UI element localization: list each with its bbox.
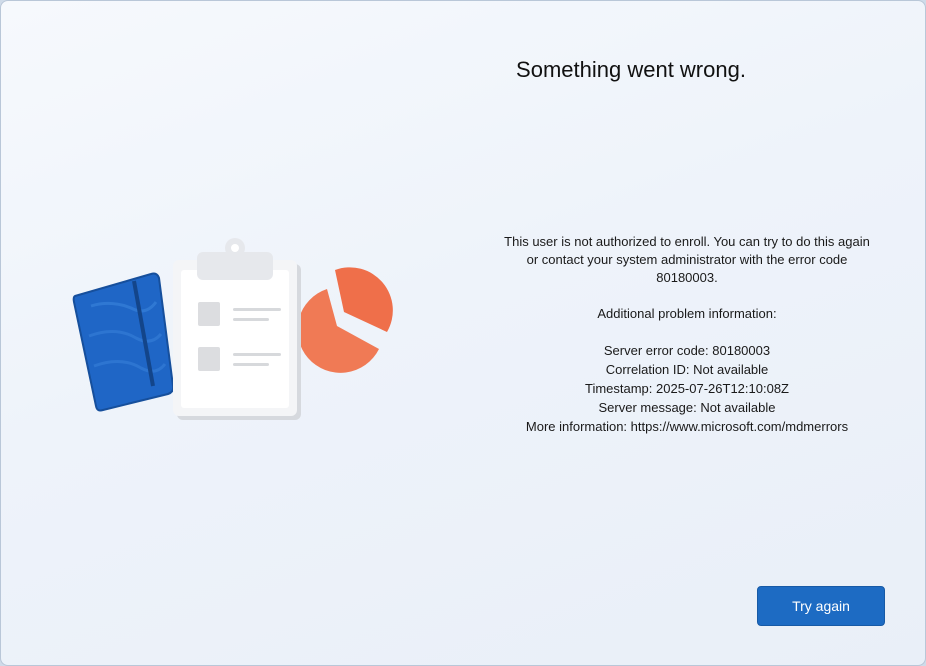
error-details: Server error code: 80180003 Correlation … [497, 341, 877, 436]
more-information: More information: https://www.microsoft.… [525, 419, 849, 434]
error-illustration [72, 238, 393, 420]
pie-chart-icon [297, 267, 393, 373]
oobe-error-window: Something went wrong. This user is not a… [0, 0, 926, 666]
correlation-id: Correlation ID: Not available [605, 362, 769, 377]
try-again-button[interactable]: Try again [757, 586, 885, 626]
page-title: Something went wrong. [516, 57, 746, 82]
server-message: Server message: Not available [598, 400, 776, 415]
error-description: This user is not authorized to enroll. Y… [504, 234, 870, 285]
notebook-icon [72, 272, 175, 412]
timestamp: Timestamp: 2025-07-26T12:10:08Z [584, 381, 789, 396]
server-error-code: Server error code: 80180003 [603, 343, 771, 358]
error-message: This user is not authorized to enroll. Y… [497, 233, 877, 436]
additional-info-title: Additional problem information: [597, 306, 777, 321]
clipboard-icon [173, 238, 301, 420]
